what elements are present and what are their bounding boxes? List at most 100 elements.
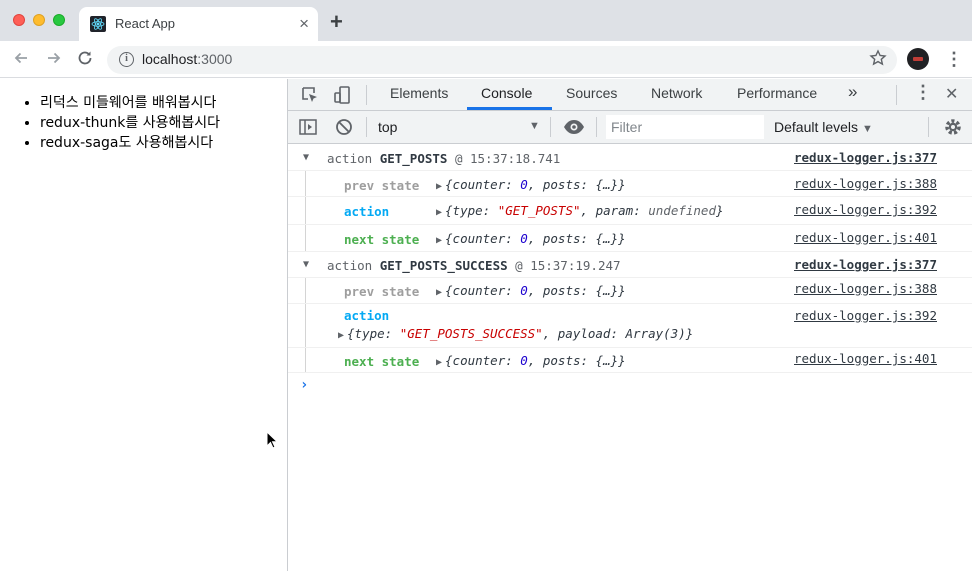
action-prefix: action: [327, 151, 373, 166]
counter-value: 0: [520, 283, 528, 298]
more-tabs-icon[interactable]: »: [848, 82, 857, 102]
state-object[interactable]: ▶ {counter: 0, posts: {…}}: [436, 231, 626, 246]
action-type: GET_POSTS: [379, 151, 448, 166]
browser-menu-icon[interactable]: ⋮: [945, 49, 963, 69]
log-row: action ▶ {type: "GET_POSTS", param: undef…: [288, 197, 972, 225]
obj-text: , payload:: [542, 326, 626, 341]
action-prefix: action: [327, 258, 373, 273]
address-bar[interactable]: i localhost:3000: [107, 46, 897, 74]
tab-performance[interactable]: Performance: [737, 85, 817, 101]
tab-close-icon[interactable]: ×: [299, 14, 309, 34]
log-row: action ▶ {type: "GET_POSTS_SUCCESS", payl…: [288, 304, 972, 348]
log-levels-dropdown[interactable]: Default levels ▼: [774, 119, 873, 135]
state-object[interactable]: ▶ {counter: 0, posts: {…}}: [436, 353, 626, 368]
prev-state-label: prev state: [344, 178, 420, 193]
devtools-menu-icon[interactable]: ⋮: [914, 82, 932, 103]
browser-toolbar: i localhost:3000: [0, 41, 972, 78]
browser-tab-strip: React App × +: [0, 0, 972, 41]
forward-arrow-icon[interactable]: [45, 49, 63, 71]
log-row: next state ▶ {counter: 0, posts: {…}} red…: [288, 225, 972, 252]
source-link[interactable]: redux-logger.js:392: [794, 202, 937, 217]
log-row: prev state ▶ {counter: 0, posts: {…}} red…: [288, 171, 972, 197]
chevron-down-icon[interactable]: ▼: [529, 120, 540, 132]
source-link[interactable]: redux-logger.js:401: [794, 230, 937, 245]
action-object[interactable]: ▶ {type: "GET_POSTS_SUCCESS", payload: Ar…: [338, 326, 693, 341]
list-item: redux-thunk를 사용해봅시다: [40, 113, 220, 133]
log-group-header[interactable]: ▼ action GET_POSTS @ 15:37:18.741 redux-…: [288, 145, 972, 171]
toolbar-divider: [596, 117, 597, 137]
back-arrow-icon[interactable]: [12, 49, 30, 71]
site-info-icon[interactable]: i: [119, 52, 134, 67]
console-prompt-icon[interactable]: ›: [300, 377, 308, 393]
log-row: next state ▶ {counter: 0, posts: {…}} red…: [288, 348, 972, 373]
minimize-window-button[interactable]: [33, 14, 45, 26]
profile-avatar[interactable]: [907, 48, 929, 70]
toolbar-divider: [366, 85, 367, 105]
expand-triangle-icon[interactable]: ▶: [436, 287, 442, 298]
expand-triangle-icon[interactable]: ▶: [436, 181, 442, 192]
tab-network[interactable]: Network: [651, 85, 702, 101]
console-toolbar: top ▼ Default levels ▼: [288, 111, 972, 144]
obj-text: {counter:: [445, 353, 521, 368]
counter-value: 0: [520, 231, 528, 246]
expand-triangle-icon[interactable]: ▼: [303, 259, 309, 270]
close-window-button[interactable]: [13, 14, 25, 26]
devtools-tab-bar: Elements Console Sources Network Perform…: [288, 79, 972, 111]
url-host: localhost: [142, 51, 198, 67]
bookmark-star-icon[interactable]: [869, 49, 887, 72]
expand-triangle-icon[interactable]: ▶: [436, 357, 442, 368]
toolbar-divider: [928, 117, 929, 137]
mouse-pointer-icon: [266, 431, 278, 449]
obj-text: {counter:: [445, 177, 521, 192]
settings-gear-icon[interactable]: [943, 117, 963, 137]
obj-text: {type:: [347, 326, 400, 341]
chevron-down-icon: ▼: [861, 123, 873, 135]
live-expression-eye-icon[interactable]: [563, 117, 584, 137]
tab-sources[interactable]: Sources: [566, 85, 617, 101]
expand-triangle-icon[interactable]: ▼: [303, 152, 309, 163]
devtools-panel: Elements Console Sources Network Perform…: [287, 79, 972, 571]
source-link[interactable]: redux-logger.js:377: [794, 257, 937, 272]
source-link[interactable]: redux-logger.js:388: [794, 176, 937, 191]
new-tab-button[interactable]: +: [330, 10, 343, 34]
reload-icon[interactable]: [76, 49, 94, 71]
state-object[interactable]: ▶ {counter: 0, posts: {…}}: [436, 283, 626, 298]
source-link[interactable]: redux-logger.js:392: [794, 308, 937, 323]
maximize-window-button[interactable]: [53, 14, 65, 26]
inspect-element-icon[interactable]: [300, 85, 320, 105]
toolbar-divider: [550, 117, 551, 137]
tab-title: React App: [115, 16, 175, 31]
log-levels-label: Default levels: [774, 119, 859, 135]
action-type: GET_POSTS_SUCCESS: [379, 258, 508, 273]
action-object[interactable]: ▶ {type: "GET_POSTS", param: undefined}: [436, 203, 724, 218]
show-sidebar-icon[interactable]: [298, 117, 318, 137]
next-state-label: next state: [344, 354, 420, 369]
context-selector[interactable]: top: [378, 119, 397, 135]
source-link[interactable]: redux-logger.js:377: [794, 150, 937, 165]
source-link[interactable]: redux-logger.js:401: [794, 351, 937, 366]
expand-triangle-icon[interactable]: ▶: [338, 330, 344, 341]
tab-console[interactable]: Console: [481, 85, 532, 101]
console-filter-input[interactable]: [606, 115, 764, 139]
obj-text: {counter:: [445, 231, 521, 246]
url-text[interactable]: localhost:3000: [142, 51, 232, 67]
url-port: :3000: [197, 51, 233, 67]
obj-text: }: [715, 203, 724, 218]
expand-triangle-icon[interactable]: ▶: [436, 207, 442, 218]
state-object[interactable]: ▶ {counter: 0, posts: {…}}: [436, 177, 626, 192]
active-tab-indicator: [467, 107, 552, 110]
obj-text: {type:: [445, 203, 498, 218]
action-time: @ 15:37:18.741: [454, 151, 561, 166]
source-link[interactable]: redux-logger.js:388: [794, 281, 937, 296]
tab-elements[interactable]: Elements: [390, 85, 448, 101]
counter-value: 0: [520, 353, 528, 368]
expand-triangle-icon[interactable]: ▶: [436, 235, 442, 246]
device-toolbar-icon[interactable]: [332, 85, 352, 105]
payload-value: Array(3): [625, 326, 686, 341]
log-group-header[interactable]: ▼ action GET_POSTS_SUCCESS @ 15:37:19.24…: [288, 252, 972, 278]
clear-console-icon[interactable]: [334, 117, 354, 137]
obj-text: , param:: [580, 203, 649, 218]
close-devtools-icon[interactable]: ✕: [945, 84, 958, 104]
browser-tab[interactable]: React App ×: [79, 7, 318, 41]
log-row: prev state ▶ {counter: 0, posts: {…}} red…: [288, 278, 972, 304]
